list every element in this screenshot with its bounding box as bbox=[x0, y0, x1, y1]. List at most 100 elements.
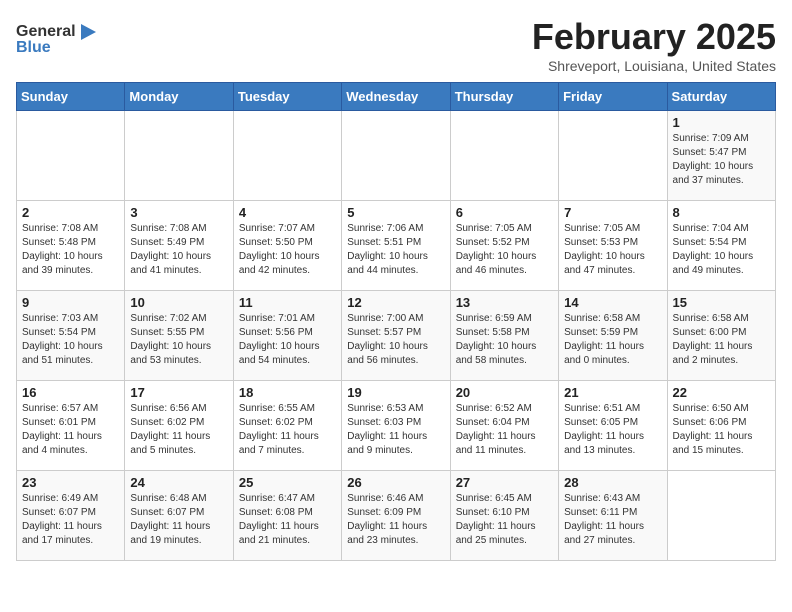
day-number: 9 bbox=[22, 295, 119, 310]
calendar-cell: 2 Sunrise: 7:08 AM Sunset: 5:48 PM Daylig… bbox=[17, 201, 125, 291]
day-info: Sunrise: 7:05 AM Sunset: 5:52 PM Dayligh… bbox=[456, 222, 553, 278]
day-of-week-friday: Friday bbox=[559, 83, 667, 111]
calendar-week-5: 23Sunrise: 6:49 AM Sunset: 6:07 PM Dayli… bbox=[17, 471, 776, 561]
day-info: Sunrise: 7:03 AM Sunset: 5:54 PM Dayligh… bbox=[22, 312, 119, 368]
day-number: 17 bbox=[130, 385, 227, 400]
day-info: Sunrise: 6:50 AM Sunset: 6:06 PM Dayligh… bbox=[673, 402, 770, 458]
day-number: 6 bbox=[456, 205, 553, 220]
day-info: Sunrise: 6:58 AM Sunset: 5:59 PM Dayligh… bbox=[564, 312, 661, 368]
day-number: 12 bbox=[347, 295, 444, 310]
calendar-header-row: SundayMondayTuesdayWednesdayThursdayFrid… bbox=[17, 83, 776, 111]
calendar-cell: 15 Sunrise: 6:58 AM Sunset: 6:00 PM Dayli… bbox=[667, 291, 775, 381]
day-number: 5 bbox=[347, 205, 444, 220]
day-info: Sunrise: 7:08 AM Sunset: 5:49 PM Dayligh… bbox=[130, 222, 227, 278]
day-number: 4 bbox=[239, 205, 336, 220]
day-info: Sunrise: 6:52 AM Sunset: 6:04 PM Dayligh… bbox=[456, 402, 553, 458]
calendar-cell: 26 Sunrise: 6:46 AM Sunset: 6:09 PM Dayli… bbox=[342, 471, 450, 561]
logo-icon: General Blue bbox=[16, 16, 96, 56]
day-info: Sunrise: 6:45 AM Sunset: 6:10 PM Dayligh… bbox=[456, 492, 553, 548]
day-number: 19 bbox=[347, 385, 444, 400]
day-number: 25 bbox=[239, 475, 336, 490]
day-number: 13 bbox=[456, 295, 553, 310]
calendar-cell: 17 Sunrise: 6:56 AM Sunset: 6:02 PM Dayli… bbox=[125, 381, 233, 471]
day-info: Sunrise: 7:09 AM Sunset: 5:47 PM Dayligh… bbox=[673, 132, 770, 188]
calendar-cell: 14 Sunrise: 6:58 AM Sunset: 5:59 PM Dayli… bbox=[559, 291, 667, 381]
calendar-cell: 11Sunrise: 7:01 AM Sunset: 5:56 PM Dayli… bbox=[233, 291, 341, 381]
day-number: 22 bbox=[673, 385, 770, 400]
day-info: Sunrise: 6:53 AM Sunset: 6:03 PM Dayligh… bbox=[347, 402, 444, 458]
calendar-cell: 9 Sunrise: 7:03 AM Sunset: 5:54 PM Daylig… bbox=[17, 291, 125, 381]
day-number: 1 bbox=[673, 115, 770, 130]
calendar-cell: 6 Sunrise: 7:05 AM Sunset: 5:52 PM Daylig… bbox=[450, 201, 558, 291]
day-info: Sunrise: 6:58 AM Sunset: 6:00 PM Dayligh… bbox=[673, 312, 770, 368]
month-title: February 2025 bbox=[532, 16, 776, 58]
logo: General Blue bbox=[16, 16, 96, 56]
day-number: 23 bbox=[22, 475, 119, 490]
calendar-cell bbox=[125, 111, 233, 201]
calendar-cell: 12 Sunrise: 7:00 AM Sunset: 5:57 PM Dayli… bbox=[342, 291, 450, 381]
day-number: 24 bbox=[130, 475, 227, 490]
day-of-week-sunday: Sunday bbox=[17, 83, 125, 111]
page-header: General Blue February 2025 Shreveport, L… bbox=[16, 16, 776, 74]
title-block: February 2025 Shreveport, Louisiana, Uni… bbox=[532, 16, 776, 74]
day-info: Sunrise: 6:59 AM Sunset: 5:58 PM Dayligh… bbox=[456, 312, 553, 368]
day-info: Sunrise: 6:46 AM Sunset: 6:09 PM Dayligh… bbox=[347, 492, 444, 548]
day-info: Sunrise: 7:00 AM Sunset: 5:57 PM Dayligh… bbox=[347, 312, 444, 368]
calendar-week-3: 9 Sunrise: 7:03 AM Sunset: 5:54 PM Daylig… bbox=[17, 291, 776, 381]
calendar-week-2: 2 Sunrise: 7:08 AM Sunset: 5:48 PM Daylig… bbox=[17, 201, 776, 291]
day-number: 2 bbox=[22, 205, 119, 220]
calendar-cell: 13 Sunrise: 6:59 AM Sunset: 5:58 PM Dayli… bbox=[450, 291, 558, 381]
day-of-week-saturday: Saturday bbox=[667, 83, 775, 111]
day-info: Sunrise: 7:06 AM Sunset: 5:51 PM Dayligh… bbox=[347, 222, 444, 278]
day-info: Sunrise: 6:48 AM Sunset: 6:07 PM Dayligh… bbox=[130, 492, 227, 548]
calendar-cell bbox=[233, 111, 341, 201]
calendar-cell: 4 Sunrise: 7:07 AM Sunset: 5:50 PM Daylig… bbox=[233, 201, 341, 291]
day-info: Sunrise: 7:07 AM Sunset: 5:50 PM Dayligh… bbox=[239, 222, 336, 278]
day-of-week-monday: Monday bbox=[125, 83, 233, 111]
calendar-cell: 1 Sunrise: 7:09 AM Sunset: 5:47 PM Daylig… bbox=[667, 111, 775, 201]
day-number: 11 bbox=[239, 295, 336, 310]
day-info: Sunrise: 6:55 AM Sunset: 6:02 PM Dayligh… bbox=[239, 402, 336, 458]
day-info: Sunrise: 7:02 AM Sunset: 5:55 PM Dayligh… bbox=[130, 312, 227, 368]
day-number: 3 bbox=[130, 205, 227, 220]
svg-text:Blue: Blue bbox=[16, 39, 51, 56]
day-number: 10 bbox=[130, 295, 227, 310]
calendar-table: SundayMondayTuesdayWednesdayThursdayFrid… bbox=[16, 82, 776, 561]
calendar-cell: 10 Sunrise: 7:02 AM Sunset: 5:55 PM Dayli… bbox=[125, 291, 233, 381]
day-info: Sunrise: 7:08 AM Sunset: 5:48 PM Dayligh… bbox=[22, 222, 119, 278]
calendar-cell: 25 Sunrise: 6:47 AM Sunset: 6:08 PM Dayli… bbox=[233, 471, 341, 561]
calendar-cell: 23Sunrise: 6:49 AM Sunset: 6:07 PM Dayli… bbox=[17, 471, 125, 561]
day-info: Sunrise: 6:57 AM Sunset: 6:01 PM Dayligh… bbox=[22, 402, 119, 458]
calendar-week-1: 1 Sunrise: 7:09 AM Sunset: 5:47 PM Daylig… bbox=[17, 111, 776, 201]
calendar-cell: 8 Sunrise: 7:04 AM Sunset: 5:54 PM Daylig… bbox=[667, 201, 775, 291]
day-info: Sunrise: 6:51 AM Sunset: 6:05 PM Dayligh… bbox=[564, 402, 661, 458]
calendar-cell: 5 Sunrise: 7:06 AM Sunset: 5:51 PM Daylig… bbox=[342, 201, 450, 291]
day-info: Sunrise: 7:05 AM Sunset: 5:53 PM Dayligh… bbox=[564, 222, 661, 278]
day-of-week-wednesday: Wednesday bbox=[342, 83, 450, 111]
day-number: 27 bbox=[456, 475, 553, 490]
calendar-cell bbox=[17, 111, 125, 201]
calendar-cell bbox=[450, 111, 558, 201]
calendar-cell bbox=[342, 111, 450, 201]
day-number: 15 bbox=[673, 295, 770, 310]
calendar-cell: 18 Sunrise: 6:55 AM Sunset: 6:02 PM Dayli… bbox=[233, 381, 341, 471]
day-number: 26 bbox=[347, 475, 444, 490]
calendar-week-4: 16Sunrise: 6:57 AM Sunset: 6:01 PM Dayli… bbox=[17, 381, 776, 471]
day-number: 20 bbox=[456, 385, 553, 400]
calendar-cell: 3 Sunrise: 7:08 AM Sunset: 5:49 PM Daylig… bbox=[125, 201, 233, 291]
day-info: Sunrise: 7:04 AM Sunset: 5:54 PM Dayligh… bbox=[673, 222, 770, 278]
calendar-cell: 20 Sunrise: 6:52 AM Sunset: 6:04 PM Dayli… bbox=[450, 381, 558, 471]
day-info: Sunrise: 6:47 AM Sunset: 6:08 PM Dayligh… bbox=[239, 492, 336, 548]
calendar-cell: 21Sunrise: 6:51 AM Sunset: 6:05 PM Dayli… bbox=[559, 381, 667, 471]
day-number: 28 bbox=[564, 475, 661, 490]
day-number: 14 bbox=[564, 295, 661, 310]
day-info: Sunrise: 6:56 AM Sunset: 6:02 PM Dayligh… bbox=[130, 402, 227, 458]
day-of-week-tuesday: Tuesday bbox=[233, 83, 341, 111]
day-number: 8 bbox=[673, 205, 770, 220]
calendar-cell: 19 Sunrise: 6:53 AM Sunset: 6:03 PM Dayli… bbox=[342, 381, 450, 471]
calendar-cell: 7Sunrise: 7:05 AM Sunset: 5:53 PM Daylig… bbox=[559, 201, 667, 291]
calendar-cell bbox=[667, 471, 775, 561]
calendar-cell: 27 Sunrise: 6:45 AM Sunset: 6:10 PM Dayli… bbox=[450, 471, 558, 561]
day-number: 18 bbox=[239, 385, 336, 400]
calendar-cell: 24 Sunrise: 6:48 AM Sunset: 6:07 PM Dayli… bbox=[125, 471, 233, 561]
